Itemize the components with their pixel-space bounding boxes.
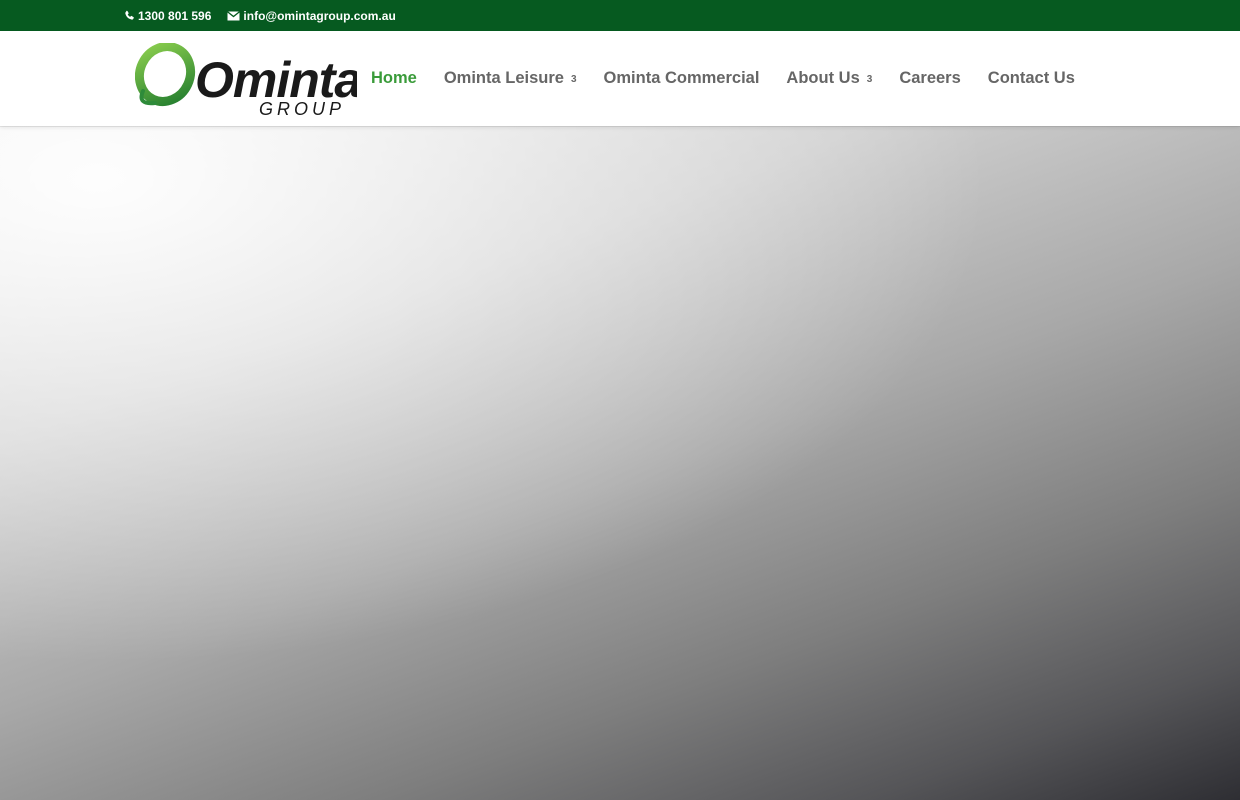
top-bar: 1300 801 596 info@omintagroup.com.au — [0, 0, 1240, 31]
nav-item-label: Ominta Commercial — [603, 69, 760, 87]
envelope-icon — [227, 10, 241, 20]
hero-banner — [0, 126, 1240, 800]
nav-item-label: Contact Us — [987, 69, 1075, 87]
email-link[interactable]: info@omintagroup.com.au — [243, 9, 395, 23]
email-contact[interactable]: info@omintagroup.com.au — [227, 9, 396, 23]
site-header: Ominta GROUP Home Ominta Leisure 3 Ominta C… — [0, 31, 1240, 126]
logo-sub: GROUP — [259, 99, 345, 117]
nav-item-ominta-commercial[interactable]: Ominta Commercial — [604, 69, 760, 88]
top-bar-contacts: 1300 801 596 info@omintagroup.com.au — [124, 0, 412, 31]
nav-item-home[interactable]: Home — [371, 69, 417, 88]
nav-item-label: Ominta Leisure — [443, 69, 564, 87]
nav-item-ominta-leisure[interactable]: Ominta Leisure 3 — [444, 69, 577, 88]
chevron-down-icon[interactable]: 3 — [571, 74, 577, 85]
nav-item-label: Home — [371, 69, 417, 87]
phone-number[interactable]: 1300 801 596 — [138, 9, 211, 23]
chevron-down-icon[interactable]: 3 — [867, 74, 873, 85]
nav-item-label: About Us — [786, 69, 860, 87]
phone-contact[interactable]: 1300 801 596 — [124, 9, 211, 23]
main-navigation: Home Ominta Leisure 3 Ominta Commercial Abou… — [371, 31, 1116, 126]
nav-item-label: Careers — [899, 69, 961, 87]
ominta-group-logo[interactable]: Ominta GROUP — [135, 43, 357, 117]
nav-item-contact-us[interactable]: Contact Us — [988, 69, 1075, 88]
nav-item-about-us[interactable]: About Us 3 — [786, 69, 872, 88]
phone-icon — [125, 10, 134, 20]
nav-item-careers[interactable]: Careers — [899, 69, 960, 88]
